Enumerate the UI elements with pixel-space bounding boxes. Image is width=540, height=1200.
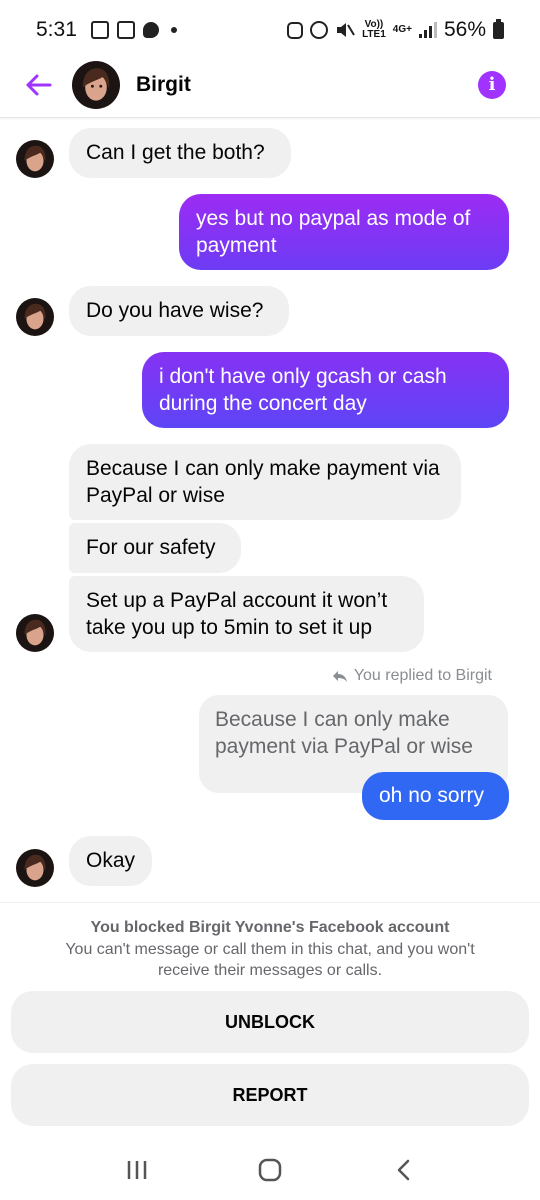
recent-apps-icon [127,1161,146,1179]
system-navbar [0,1140,540,1200]
reply-indicator: You replied to Birgit [332,667,492,685]
message-incoming[interactable]: Do you have wise? [69,286,289,336]
network-type: 4G+ [392,24,412,35]
battery-icon [493,18,504,39]
alarm-icon [310,21,329,39]
blocked-title: You blocked Birgit Yvonne's Facebook acc… [90,919,450,936]
message-avatar[interactable] [16,614,54,652]
status-time: 5:31 [36,18,77,41]
contact-name[interactable]: Birgit [136,73,191,97]
store-icon [116,21,135,39]
message-outgoing[interactable]: i don't have only gcash or cash during t… [142,352,509,428]
home-button[interactable] [240,1145,300,1195]
contact-avatar[interactable] [72,60,120,109]
home-icon [258,1158,282,1182]
avatar-image [72,60,120,109]
status-left: 5:31 [36,18,177,42]
message-avatar[interactable] [16,298,54,336]
more-notifications-icon [170,27,177,33]
mute-icon [337,23,355,37]
message-outgoing[interactable]: yes but no paypal as mode of payment [179,194,509,270]
back-button[interactable] [12,59,64,111]
signal-icon [418,22,437,38]
back-arrow-icon [26,74,52,95]
battery-percent: 56% [443,18,486,41]
avatar-image [16,298,54,336]
nav-back-icon [398,1159,410,1181]
reply-label: You replied to Birgit [353,667,492,684]
info-button[interactable]: i [478,70,506,99]
avatar-image [16,140,54,178]
info-icon: i [488,74,496,95]
unblock-button[interactable]: UNBLOCK [11,991,529,1053]
message-avatar[interactable] [16,849,54,887]
avatar-image [16,614,54,652]
message-incoming[interactable]: Because I can only make payment via PayP… [69,444,461,520]
status-right: Vo)) LTE1 4G+ 56% [287,18,504,42]
message-outgoing[interactable]: oh no sorry [362,772,509,820]
gallery-icon [90,21,109,39]
nav-back-button[interactable] [373,1145,433,1195]
reply-icon [332,670,347,682]
avatar-image [16,849,54,887]
message-incoming[interactable]: Can I get the both? [69,128,291,178]
lock-icon [287,21,304,39]
message-incoming[interactable]: For our safety [69,523,241,573]
report-button[interactable]: REPORT [11,1064,529,1126]
volte-indicator: Vo)) LTE1 [362,20,386,40]
chat-notification-icon [142,22,159,38]
message-incoming[interactable]: Okay [69,836,152,886]
message-incoming[interactable]: Set up a PayPal account it won’t take yo… [69,576,424,652]
status-bar: 5:31 Vo)) LTE1 4G+ 56% [0,0,540,60]
volte-bottom: LTE1 [362,29,386,40]
message-avatar[interactable] [16,140,54,178]
recent-apps-button[interactable] [107,1145,167,1195]
blocked-description: You can't message or call them in this c… [65,941,475,979]
chat-header: Birgit i [0,52,540,118]
